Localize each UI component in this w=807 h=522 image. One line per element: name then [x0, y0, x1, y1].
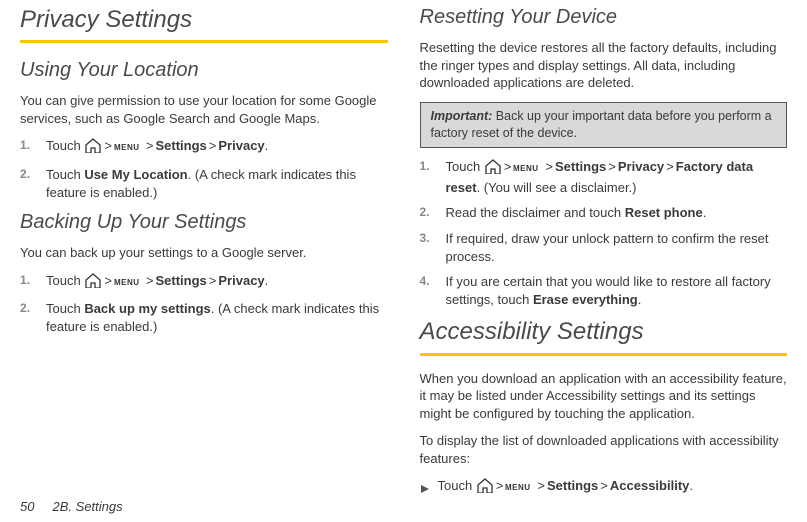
step-item: Read the disclaimer and touch Reset phon…: [434, 204, 788, 222]
nav-label: Privacy: [618, 159, 664, 174]
nav-label: Settings: [156, 138, 207, 153]
triangle-right-icon: [420, 481, 430, 499]
heading-privacy-settings: Privacy Settings: [20, 4, 388, 36]
action-label: Reset phone: [625, 205, 703, 220]
page-footer: 50 2B. Settings: [20, 498, 123, 516]
steps-list: Touch >>Settings>Privacy>Factory data re…: [434, 158, 788, 308]
step-text: Touch: [46, 273, 84, 288]
callout-label: Important:: [431, 109, 493, 123]
chevron-right-icon: >: [537, 477, 545, 495]
step-text: .: [265, 273, 269, 288]
step-text: Touch: [46, 167, 84, 182]
left-column: Privacy Settings Using Your Location You…: [20, 4, 388, 507]
menu-icon: [114, 275, 144, 293]
step-text: .: [689, 478, 693, 493]
paragraph: You can back up your settings to a Googl…: [20, 244, 388, 262]
step-text: Touch: [46, 138, 84, 153]
paragraph: You can give permission to use your loca…: [20, 92, 388, 127]
bullet-item: Touch >>Settings>Accessibility.: [420, 477, 788, 499]
steps-list: Touch >>Settings>Privacy. Touch Use My L…: [34, 137, 388, 201]
step-text: .: [638, 292, 642, 307]
bullet-text: Touch >>Settings>Accessibility.: [438, 477, 694, 498]
chevron-right-icon: >: [104, 272, 112, 290]
divider: [20, 40, 388, 43]
nav-label: Privacy: [218, 273, 264, 288]
step-text: .: [703, 205, 707, 220]
nav-label: Privacy: [218, 138, 264, 153]
step-text: If required, draw your unlock pattern to…: [446, 231, 769, 264]
menu-icon: [505, 480, 535, 498]
step-text: Touch: [446, 159, 484, 174]
chevron-right-icon: >: [608, 158, 616, 176]
nav-label: Accessibility: [610, 478, 690, 493]
step-item: Touch Back up my settings. (A check mark…: [34, 300, 388, 335]
step-text: Touch: [438, 478, 476, 493]
steps-list: Touch >>Settings>Privacy. Touch Back up …: [34, 272, 388, 336]
step-text: .: [265, 138, 269, 153]
action-label: Use My Location: [84, 167, 187, 182]
step-item: Touch Use My Location. (A check mark ind…: [34, 166, 388, 201]
heading-resetting-device: Resetting Your Device: [420, 4, 788, 31]
page-number: 50: [20, 499, 34, 514]
important-callout: Important: Back up your important data b…: [420, 102, 788, 149]
nav-label: Settings: [555, 159, 606, 174]
paragraph: To display the list of downloaded applic…: [420, 432, 788, 467]
home-icon: [476, 477, 494, 498]
step-item: Touch >>Settings>Privacy.: [34, 272, 388, 293]
paragraph: When you download an application with an…: [420, 370, 788, 423]
menu-icon: [513, 161, 543, 179]
action-label: Back up my settings: [84, 301, 210, 316]
chevron-right-icon: >: [209, 272, 217, 290]
step-item: Touch >>Settings>Privacy>Factory data re…: [434, 158, 788, 196]
step-item: If required, draw your unlock pattern to…: [434, 230, 788, 265]
chevron-right-icon: >: [209, 137, 217, 155]
step-text: . (You will see a disclaimer.): [477, 180, 637, 195]
step-item: Touch >>Settings>Privacy.: [34, 137, 388, 158]
chevron-right-icon: >: [600, 477, 608, 495]
home-icon: [84, 137, 102, 158]
divider: [420, 353, 788, 356]
paragraph: Resetting the device restores all the fa…: [420, 39, 788, 92]
chevron-right-icon: >: [545, 158, 553, 176]
heading-backing-up: Backing Up Your Settings: [20, 209, 388, 236]
chevron-right-icon: >: [146, 137, 154, 155]
step-text: Touch: [46, 301, 84, 316]
chevron-right-icon: >: [496, 477, 504, 495]
section-label: 2B. Settings: [53, 499, 123, 514]
chevron-right-icon: >: [146, 272, 154, 290]
step-text: Read the disclaimer and touch: [446, 205, 625, 220]
nav-label: Settings: [547, 478, 598, 493]
right-column: Resetting Your Device Resetting the devi…: [420, 4, 788, 507]
step-item: If you are certain that you would like t…: [434, 273, 788, 308]
nav-label: Settings: [156, 273, 207, 288]
home-icon: [484, 158, 502, 179]
menu-icon: [114, 140, 144, 158]
chevron-right-icon: >: [504, 158, 512, 176]
heading-accessibility-settings: Accessibility Settings: [420, 316, 788, 348]
heading-using-location: Using Your Location: [20, 57, 388, 84]
chevron-right-icon: >: [104, 137, 112, 155]
chevron-right-icon: >: [666, 158, 674, 176]
action-label: Erase everything: [533, 292, 638, 307]
home-icon: [84, 272, 102, 293]
